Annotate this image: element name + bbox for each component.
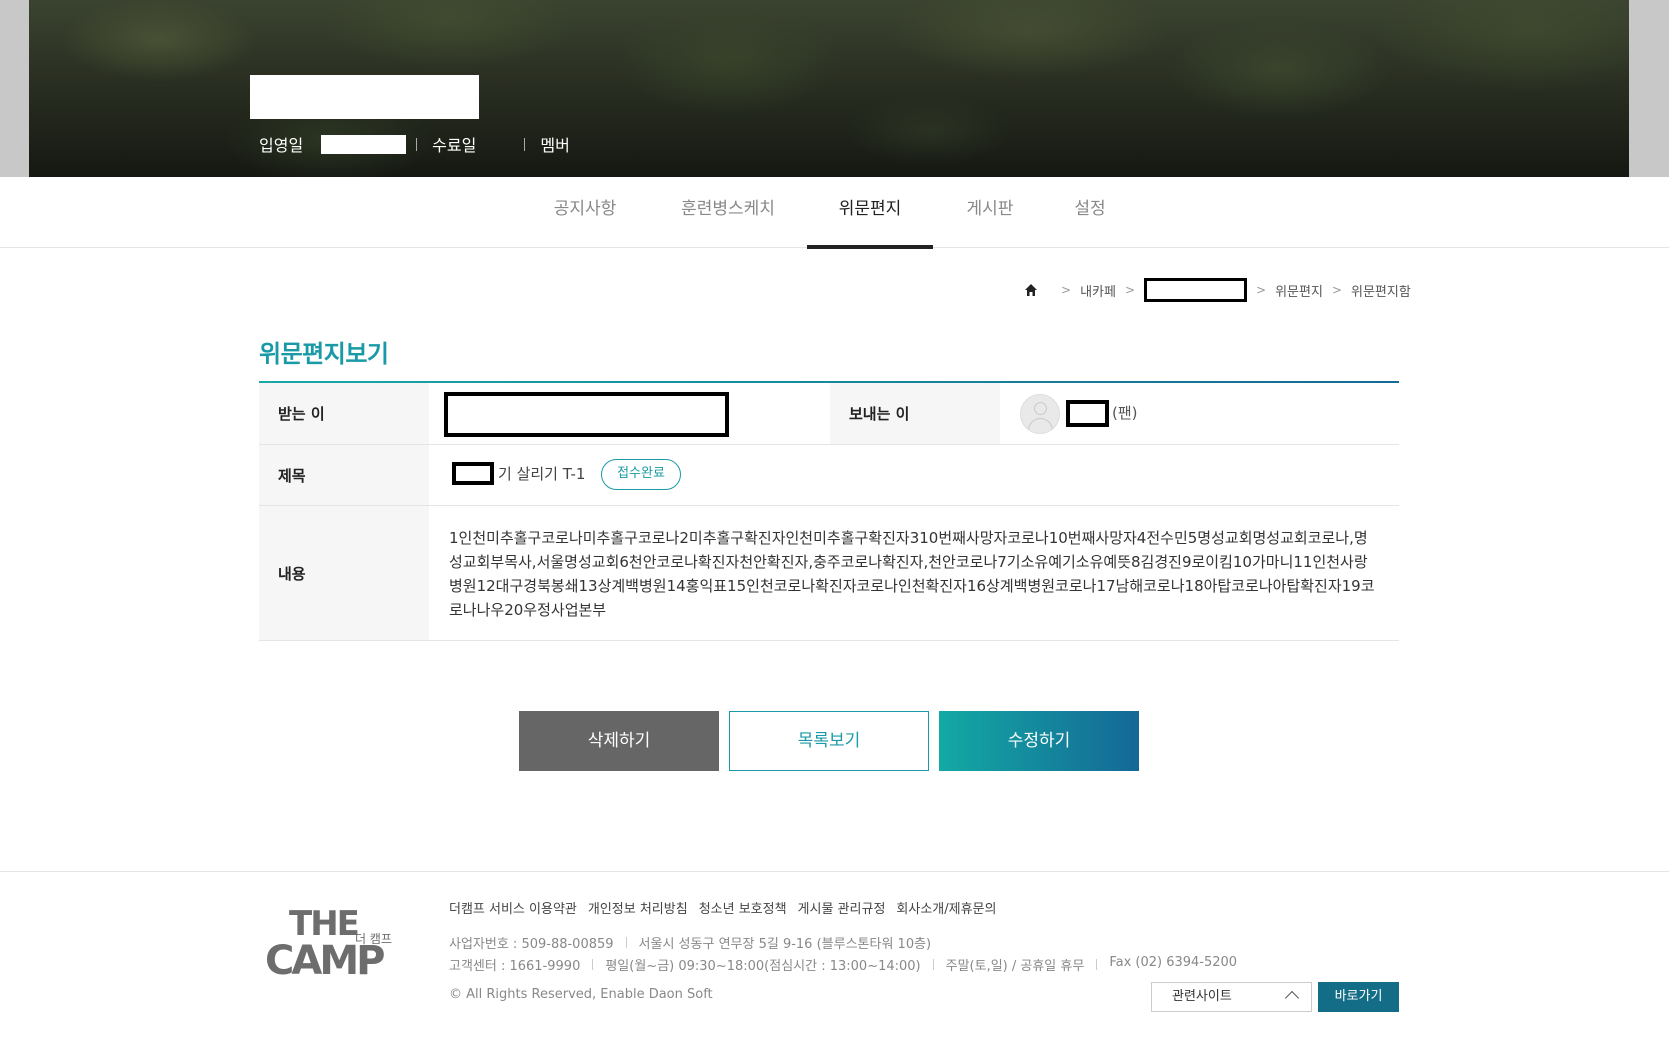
tab-letters[interactable]: 위문편지 xyxy=(807,177,933,249)
hero-banner-wrapper: 입영일 수료일 멤버 xyxy=(0,0,1669,177)
breadcrumb-letters[interactable]: 위문편지 xyxy=(1275,281,1323,300)
chevron-right-icon: > xyxy=(1331,283,1342,297)
letter-row-content: 내용 1인천미추홀구코로나미추홀구코로나2미추홀구확진자인천미추홀구확진자310… xyxy=(259,506,1399,641)
breadcrumb: > 내카페 > > 위문편지 > 위문편지함 xyxy=(1024,278,1411,302)
footer-link-board-policy[interactable]: 게시물 관리규정 xyxy=(798,898,886,917)
enlist-date-label: 입영일 xyxy=(259,136,304,155)
footer-link-terms[interactable]: 더캠프 서비스 이용약관 xyxy=(449,898,577,917)
home-icon[interactable] xyxy=(1024,283,1038,297)
complete-date-label: 수료일 xyxy=(432,136,477,155)
footer-company-info: 사업자번호 : 509-88-00859 서울시 성동구 연무장 5길 9-16… xyxy=(449,933,931,952)
address: 서울시 성동구 연무장 5길 9-16 (블루스톤타워 10층) xyxy=(638,937,932,952)
subject-label: 제목 xyxy=(259,445,429,505)
chevron-up-icon xyxy=(1284,990,1300,1006)
breadcrumb-cafe-redacted[interactable] xyxy=(1144,278,1248,302)
divider xyxy=(524,137,526,151)
list-button[interactable]: 목록보기 xyxy=(729,711,929,771)
page-title: 위문편지보기 xyxy=(259,340,389,368)
content-label: 내용 xyxy=(259,506,429,640)
receiver-label: 받는 이 xyxy=(259,383,429,444)
divider xyxy=(625,937,627,948)
related-sites-label: 관련사이트 xyxy=(1172,989,1232,1004)
related-sites-select[interactable]: 관련사이트 xyxy=(1151,982,1312,1012)
copyright: © All Rights Reserved, Enable Daon Soft xyxy=(449,987,713,1002)
chevron-right-icon: > xyxy=(1061,283,1072,297)
fax: Fax (02) 6394-5200 xyxy=(1109,955,1238,970)
subject-text: 기 살리기 T-1 xyxy=(498,465,586,483)
enlist-date-redacted xyxy=(321,134,407,154)
hero-banner: 입영일 수료일 멤버 xyxy=(29,0,1629,177)
tab-notice[interactable]: 공지사항 xyxy=(545,177,625,248)
biz-number: 사업자번호 : 509-88-00859 xyxy=(449,937,614,952)
delete-button[interactable]: 삭제하기 xyxy=(519,711,719,771)
weekday-hours: 평일(월~금) 09:30~18:00(점심시간 : 13:00~14:00) xyxy=(605,959,921,974)
breadcrumb-my-cafe[interactable]: 내카페 xyxy=(1080,281,1116,300)
breadcrumb-letterbox[interactable]: 위문편지함 xyxy=(1351,281,1411,300)
sender-redacted xyxy=(1066,400,1109,427)
footer-link-company[interactable]: 회사소개/제휴문의 xyxy=(896,898,996,917)
chevron-right-icon: > xyxy=(1256,283,1267,297)
main-tabs: 공지사항 훈련병스케치 위문편지 게시판 설정 xyxy=(0,177,1669,249)
subject-redacted xyxy=(452,462,494,485)
letter-row-subject: 제목 기 살리기 T-1 접수완료 xyxy=(259,445,1399,506)
divider xyxy=(1096,959,1098,970)
status-badge: 접수완료 xyxy=(601,459,681,490)
footer-link-youth[interactable]: 청소년 보호정책 xyxy=(699,898,787,917)
sender-label: 보내는 이 xyxy=(830,383,1000,444)
member-label: 멤버 xyxy=(540,136,570,155)
divider xyxy=(416,137,418,151)
hero-info-bar: 입영일 수료일 멤버 xyxy=(259,133,588,155)
logo-camp-text: CAMP xyxy=(265,938,385,984)
avatar xyxy=(1020,394,1060,434)
weekend-hours: 주말(토,일) / 공휴일 휴무 xyxy=(945,959,1085,974)
footer-contact-info: 고객센터 : 1661-9990 평일(월~금) 09:30~18:00(점심시… xyxy=(449,955,1237,974)
avatar-head-shape xyxy=(1034,402,1047,415)
edit-button[interactable]: 수정하기 xyxy=(939,711,1139,771)
divider xyxy=(592,959,594,970)
tab-board[interactable]: 게시판 xyxy=(955,177,1025,248)
content-text: 1인천미추홀구코로나미추홀구코로나2미추홀구확진자인천미추홀구확진자310번째사… xyxy=(449,529,1375,619)
footer: THE 더 캠프 CAMP 더캠프 서비스 이용약관 개인정보 처리방침 청소년… xyxy=(0,871,1669,1041)
divider xyxy=(932,959,934,970)
the-camp-logo[interactable]: THE 더 캠프 CAMP xyxy=(265,904,395,984)
hero-cafe-name-redacted xyxy=(250,75,479,119)
sender-suffix: (팬) xyxy=(1112,404,1138,422)
avatar-body-shape xyxy=(1028,418,1053,433)
tab-settings[interactable]: 설정 xyxy=(1065,177,1115,248)
go-button[interactable]: 바로가기 xyxy=(1318,982,1399,1012)
letter-row-parties: 받는 이 보내는 이 (팬) xyxy=(259,383,1399,445)
receiver-redacted xyxy=(444,392,729,437)
footer-link-privacy[interactable]: 개인정보 처리방침 xyxy=(588,898,688,917)
cs-center: 고객센터 : 1661-9990 xyxy=(449,959,581,974)
tab-trainee-sketch[interactable]: 훈련병스케치 xyxy=(672,177,784,248)
footer-links: 더캠프 서비스 이용약관 개인정보 처리방침 청소년 보호정책 게시물 관리규정… xyxy=(449,898,1007,917)
chevron-right-icon: > xyxy=(1124,283,1136,297)
